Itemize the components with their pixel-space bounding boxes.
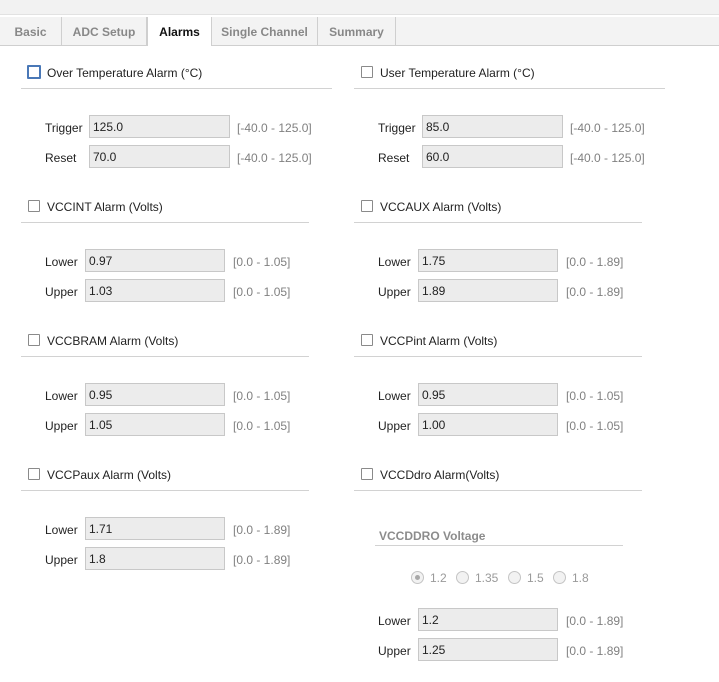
vccint-upper-label: Upper bbox=[45, 285, 78, 299]
vccbram-lower-label: Lower bbox=[45, 389, 78, 403]
user-temp-reset-label: Reset bbox=[378, 151, 410, 165]
vccbram-alarm-checkbox[interactable] bbox=[28, 334, 40, 346]
vccddro-voltage-title: VCCDDRO Voltage bbox=[379, 529, 486, 543]
vccpint-separator bbox=[354, 356, 642, 357]
user-temp-reset-range: [-40.0 - 125.0] bbox=[570, 151, 645, 165]
vccpint-alarm-checkbox[interactable] bbox=[361, 334, 373, 346]
vccaux-alarm-checkbox[interactable] bbox=[361, 200, 373, 212]
vccddro-lower-label: Lower bbox=[378, 614, 411, 628]
vccpint-lower-field[interactable]: 0.95 bbox=[418, 383, 558, 406]
vccaux-upper-field[interactable]: 1.89 bbox=[418, 279, 558, 302]
vccint-separator bbox=[21, 222, 309, 223]
vccddro-alarm-title: VCCDdro Alarm(Volts) bbox=[380, 468, 500, 482]
vccaux-lower-range: [0.0 - 1.89] bbox=[566, 255, 624, 269]
user-temp-trigger-range: [-40.0 - 125.0] bbox=[570, 121, 645, 135]
vccint-lower-label: Lower bbox=[45, 255, 78, 269]
tab-basic[interactable]: Basic bbox=[0, 17, 62, 45]
vccddro-upper-field[interactable]: 1.25 bbox=[418, 638, 558, 661]
vccaux-alarm-title: VCCAUX Alarm (Volts) bbox=[380, 200, 502, 214]
over-temp-trigger-range: [-40.0 - 125.0] bbox=[237, 121, 312, 135]
vccddro-voltage-radio-1-8[interactable] bbox=[553, 571, 566, 584]
vccddro-voltage-label-1-5: 1.5 bbox=[527, 571, 544, 585]
user-temp-separator bbox=[354, 88, 665, 89]
vccddro-voltage-label-1-35: 1.35 bbox=[475, 571, 499, 585]
vccddro-upper-label: Upper bbox=[378, 644, 411, 658]
tab-bar: Basic ADC Setup Alarms Single Channel Su… bbox=[0, 17, 719, 46]
vccint-upper-range: [0.0 - 1.05] bbox=[233, 285, 291, 299]
vccaux-upper-range: [0.0 - 1.89] bbox=[566, 285, 624, 299]
vccaux-separator bbox=[354, 222, 642, 223]
vccpint-alarm-title: VCCPint Alarm (Volts) bbox=[380, 334, 498, 348]
vccint-lower-field[interactable]: 0.97 bbox=[85, 249, 225, 272]
over-temp-alarm-checkbox[interactable] bbox=[27, 65, 41, 79]
user-temp-alarm-title: User Temperature Alarm (°C) bbox=[380, 66, 535, 80]
vccddro-lower-range: [0.0 - 1.89] bbox=[566, 614, 624, 628]
vccpint-lower-range: [0.0 - 1.05] bbox=[566, 389, 624, 403]
vccpaux-upper-field[interactable]: 1.8 bbox=[85, 547, 225, 570]
vccddro-voltage-label-1-2: 1.2 bbox=[430, 571, 447, 585]
vccddro-voltage-label-1-8: 1.8 bbox=[572, 571, 589, 585]
vccint-alarm-title: VCCINT Alarm (Volts) bbox=[47, 200, 163, 214]
vccpaux-alarm-checkbox[interactable] bbox=[28, 468, 40, 480]
vccddro-lower-field[interactable]: 1.2 bbox=[418, 608, 558, 631]
vccpaux-lower-range: [0.0 - 1.89] bbox=[233, 523, 291, 537]
over-temp-reset-label: Reset bbox=[45, 151, 77, 165]
vccbram-lower-range: [0.0 - 1.05] bbox=[233, 389, 291, 403]
vccbram-upper-field[interactable]: 1.05 bbox=[85, 413, 225, 436]
vccbram-alarm-title: VCCBRAM Alarm (Volts) bbox=[47, 334, 179, 348]
vccddro-upper-range: [0.0 - 1.89] bbox=[566, 644, 624, 658]
user-temp-reset-field[interactable]: 60.0 bbox=[422, 145, 563, 168]
vccpaux-upper-range: [0.0 - 1.89] bbox=[233, 553, 291, 567]
vccint-upper-field[interactable]: 1.03 bbox=[85, 279, 225, 302]
vccint-lower-range: [0.0 - 1.05] bbox=[233, 255, 291, 269]
over-temp-trigger-label: Trigger bbox=[45, 121, 83, 135]
user-temp-alarm-checkbox[interactable] bbox=[361, 66, 373, 78]
vccpint-upper-label: Upper bbox=[378, 419, 411, 433]
vccaux-lower-field[interactable]: 1.75 bbox=[418, 249, 558, 272]
vccddro-alarm-checkbox[interactable] bbox=[361, 468, 373, 480]
over-temp-alarm-title: Over Temperature Alarm (°C) bbox=[47, 66, 203, 80]
vccbram-lower-field[interactable]: 0.95 bbox=[85, 383, 225, 406]
vccint-alarm-checkbox[interactable] bbox=[28, 200, 40, 212]
user-temp-trigger-field[interactable]: 85.0 bbox=[422, 115, 563, 138]
vccpaux-lower-field[interactable]: 1.71 bbox=[85, 517, 225, 540]
vccbram-upper-range: [0.0 - 1.05] bbox=[233, 419, 291, 433]
vccpaux-upper-label: Upper bbox=[45, 553, 78, 567]
tab-single-channel[interactable]: Single Channel bbox=[212, 17, 318, 45]
vccddro-voltage-radio-1-35[interactable] bbox=[456, 571, 469, 584]
over-temp-trigger-field[interactable]: 125.0 bbox=[89, 115, 230, 138]
vccpint-upper-field[interactable]: 1.00 bbox=[418, 413, 558, 436]
vccpaux-lower-label: Lower bbox=[45, 523, 78, 537]
vccpint-lower-label: Lower bbox=[378, 389, 411, 403]
vccbram-separator bbox=[21, 356, 309, 357]
vccddro-voltage-radio-1-2[interactable] bbox=[411, 571, 424, 584]
vccpaux-alarm-title: VCCPaux Alarm (Volts) bbox=[47, 468, 172, 482]
tab-adc-setup[interactable]: ADC Setup bbox=[62, 17, 147, 45]
window-top-strip bbox=[0, 0, 719, 15]
vccaux-lower-label: Lower bbox=[378, 255, 411, 269]
vccbram-upper-label: Upper bbox=[45, 419, 78, 433]
over-temp-reset-range: [-40.0 - 125.0] bbox=[237, 151, 312, 165]
vccddro-voltage-radio-1-5[interactable] bbox=[508, 571, 521, 584]
user-temp-trigger-label: Trigger bbox=[378, 121, 416, 135]
vccpaux-separator bbox=[21, 490, 309, 491]
over-temp-separator bbox=[21, 88, 332, 89]
vccddro-separator bbox=[354, 490, 642, 491]
over-temp-reset-field[interactable]: 70.0 bbox=[89, 145, 230, 168]
vccaux-upper-label: Upper bbox=[378, 285, 411, 299]
vccpint-upper-range: [0.0 - 1.05] bbox=[566, 419, 624, 433]
vccddro-voltage-separator bbox=[375, 545, 623, 546]
tab-summary[interactable]: Summary bbox=[318, 17, 396, 45]
tab-alarms[interactable]: Alarms bbox=[147, 17, 212, 46]
